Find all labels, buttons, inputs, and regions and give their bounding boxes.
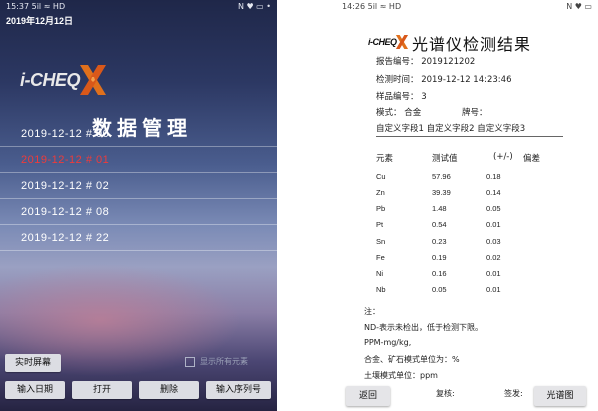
- deviation-cell: 0.18: [486, 172, 501, 181]
- note-nd: ND-表示未检出，低于检测下限。: [364, 323, 484, 332]
- element-cell: Zn: [376, 188, 385, 197]
- note-ppm: PPM-mg/kg,: [364, 338, 412, 347]
- value-cell: 0.54: [432, 220, 447, 229]
- issue-label: 签发:: [504, 389, 523, 398]
- status-time: 15:37: [6, 2, 30, 11]
- back-button[interactable]: 返回: [346, 386, 390, 406]
- mode: 模式： 合金: [376, 108, 422, 118]
- logo-text: i-CHEQ: [368, 37, 397, 47]
- test-result-screen: 14:26 5il ≈ HD N ♥ ▭ i-CHEQ 光谱仪检测结果 报告编号…: [336, 0, 598, 411]
- delete-button[interactable]: 删除: [139, 381, 199, 399]
- page-title: 光谱仪检测结果: [412, 35, 532, 54]
- status-signal: 5il ≈ HD: [367, 2, 402, 11]
- deviation-cell: 0.01: [486, 285, 501, 294]
- value-cell: 0.23: [432, 237, 447, 246]
- input-date-button[interactable]: 输入日期: [5, 381, 65, 399]
- grade: 牌号：: [462, 108, 488, 118]
- record-item-0[interactable]: 2019-12-12 # 00: [0, 121, 277, 147]
- deviation-cell: 0.02: [486, 253, 501, 262]
- divider: [376, 136, 563, 137]
- show-all-checkbox[interactable]: [185, 356, 195, 367]
- note-alloy-unit: 合金、矿石模式单位为：%: [364, 355, 460, 364]
- header-value: 测试值: [432, 154, 458, 164]
- element-cell: Sn: [376, 237, 386, 246]
- show-all-elements-toggle[interactable]: 显示所有元素: [185, 356, 248, 367]
- element-cell: Pt: [376, 220, 384, 229]
- record-item-3[interactable]: 2019-12-12 # 08: [0, 199, 277, 225]
- value-cell: 39.39: [432, 188, 451, 197]
- open-button[interactable]: 打开: [72, 381, 132, 399]
- note-label: 注：: [364, 307, 380, 316]
- status-icons: N ♥ ▭: [566, 2, 592, 11]
- logo-x-icon: [80, 65, 106, 95]
- review-label: 复核:: [436, 389, 455, 398]
- show-all-label: 显示所有元素: [200, 357, 248, 366]
- element-cell: Ni: [376, 269, 384, 278]
- deviation-cell: 0.03: [486, 237, 501, 246]
- logo-text: i-CHEQ: [20, 69, 81, 90]
- value-cell: 57.96: [432, 172, 451, 181]
- icheq-logo: i-CHEQ: [20, 60, 130, 100]
- status-time: 14:26: [342, 2, 366, 11]
- icheq-logo: i-CHEQ: [368, 32, 410, 52]
- value-cell: 0.05: [432, 285, 447, 294]
- header-date: 2019年12月12日: [6, 16, 74, 26]
- deviation-cell: 0.14: [486, 188, 501, 197]
- header-deviation: 偏差: [523, 154, 541, 164]
- header-dev-sign: (+/-): [493, 152, 513, 162]
- element-cell: Fe: [376, 253, 385, 262]
- value-cell: 0.16: [432, 269, 447, 278]
- header-element: 元素: [376, 154, 394, 164]
- record-item-1[interactable]: 2019-12-12 # 01: [0, 147, 277, 173]
- data-management-screen: 15:37 5il ≈ HD N ♥ ▭ • 2019年12月12日 i-CHE…: [0, 0, 277, 411]
- element-cell: Cu: [376, 172, 386, 181]
- sample-number: 样品编号： 3: [376, 92, 427, 102]
- deviation-cell: 0.01: [486, 269, 501, 278]
- status-icons: N ♥ ▭ •: [237, 2, 271, 11]
- input-serial-button[interactable]: 输入序列号: [206, 381, 271, 399]
- status-signal: 5il ≈ HD: [31, 2, 66, 11]
- status-bar: 15:37 5il ≈ HD N ♥ ▭ •: [0, 0, 277, 14]
- element-cell: Pb: [376, 204, 386, 213]
- note-soil-unit: 土壤模式单位：ppm: [364, 371, 438, 380]
- custom-fields: 自定义字段1 自定义字段2 自定义字段3: [376, 124, 526, 134]
- value-cell: 1.48: [432, 204, 447, 213]
- logo-x-icon: [395, 35, 408, 49]
- deviation-cell: 0.05: [486, 204, 501, 213]
- report-number: 报告编号： 2019121202: [376, 57, 476, 67]
- element-cell: Nb: [376, 285, 386, 294]
- spectrum-button[interactable]: 光谱图: [534, 386, 586, 406]
- test-time: 检测时间： 2019-12-12 14:23:46: [376, 75, 512, 85]
- value-cell: 0.19: [432, 253, 447, 262]
- status-bar: 14:26 5il ≈ HD N ♥ ▭: [336, 0, 598, 14]
- deviation-cell: 0.01: [486, 220, 501, 229]
- realtime-screen-button[interactable]: 实时屏幕: [5, 354, 61, 372]
- record-item-4[interactable]: 2019-12-12 # 22: [0, 225, 277, 251]
- record-item-2[interactable]: 2019-12-12 # 02: [0, 173, 277, 199]
